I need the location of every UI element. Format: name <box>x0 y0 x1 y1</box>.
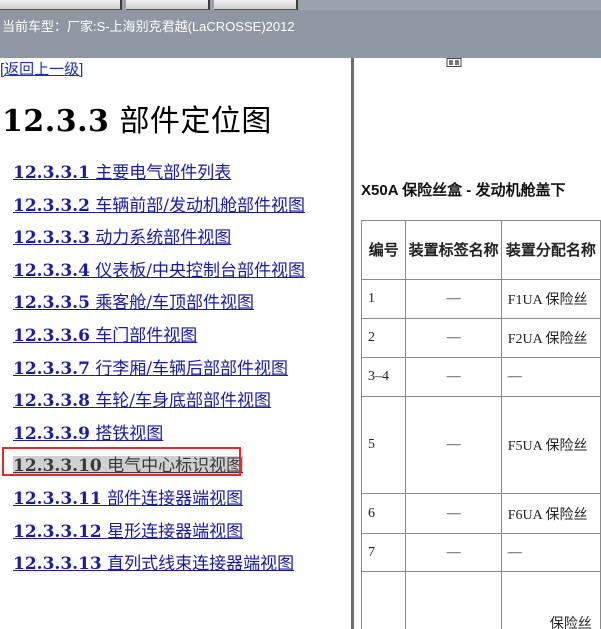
cell-label: — <box>405 318 502 358</box>
cell-assignment: F5UA 保险丝 <box>500 396 601 494</box>
toc-link-4[interactable]: 12.3.3.4 仪表板/中央控制台部件视图 <box>13 261 305 281</box>
table-header-row: 编号 装置标签名称 装置分配名称 <box>360 220 601 280</box>
table-row: 7 — — <box>360 533 601 572</box>
toolbar-button-1[interactable] <box>0 0 122 10</box>
toc-link-7[interactable]: 12.3.3.7 行李厢/车辆后部部件视图 <box>13 359 288 379</box>
cell-number: 6 <box>360 493 407 534</box>
header-label-name: 装置标签名称 <box>405 220 502 280</box>
toc-item: 12.3.3.1 主要电气部件列表 <box>13 158 305 191</box>
toc-item: 12.3.3.7 行李厢/车辆后部部件视图 <box>13 354 305 387</box>
toc-item: 12.3.3.6 车门部件视图 <box>13 321 305 354</box>
page-title-number: 12.3.3 <box>2 104 110 139</box>
cell-number: 3–4 <box>360 357 407 397</box>
toc-item: 12.3.3.11 部件连接器端视图 <box>13 484 305 517</box>
selection-highlight-box <box>2 447 241 476</box>
vehicle-value: 厂家:S-上海别克君越(LaCROSSE)2012 <box>67 19 295 34</box>
cell-assignment: F2UA 保险丝 <box>500 318 601 358</box>
cell-assignment: — <box>500 533 601 572</box>
cell-number <box>360 571 407 629</box>
toc-item: 12.3.3.2 车辆前部/发动机舱部件视图 <box>13 191 305 224</box>
table-row: 保险丝 <box>360 571 601 629</box>
fuse-table: 编号 装置标签名称 装置分配名称 1 — F1UA 保险丝 2 — F2UA 保… <box>360 220 601 629</box>
toc-item: 12.3.3.5 乘客舱/车顶部件视图 <box>13 288 305 321</box>
toc-link-6[interactable]: 12.3.3.6 车门部件视图 <box>13 326 197 346</box>
toc-link-9[interactable]: 12.3.3.9 搭铁视图 <box>13 424 163 444</box>
cell-label: — <box>405 493 502 534</box>
toc-item: 12.3.3.12 星形连接器端视图 <box>13 517 305 550</box>
table-row: 5 — F5UA 保险丝 <box>360 396 601 494</box>
vehicle-bar: 当前车型：厂家:S-上海别克君越(LaCROSSE)2012 <box>0 10 601 58</box>
toc-link-5[interactable]: 12.3.3.5 乘客舱/车顶部件视图 <box>13 293 254 313</box>
page-title: 12.3.3 部件定位图 <box>2 96 272 140</box>
cell-assignment: F1UA 保险丝 <box>500 279 601 319</box>
cell-label: — <box>405 357 502 397</box>
toc-link-1[interactable]: 12.3.3.1 主要电气部件列表 <box>13 163 231 183</box>
image-placeholder-icon <box>446 58 462 67</box>
toc-item: 12.3.3.8 车轮/车身底部部件视图 <box>13 386 305 419</box>
cell-label: — <box>405 279 502 319</box>
cell-label <box>405 571 502 629</box>
toc-link-2[interactable]: 12.3.3.2 车辆前部/发动机舱部件视图 <box>13 196 305 216</box>
toc-item: 12.3.3.13 直列式线束连接器端视图 <box>13 549 305 582</box>
toc-list: 12.3.3.1 主要电气部件列表 12.3.3.2 车辆前部/发动机舱部件视图… <box>13 158 305 582</box>
vehicle-label: 当前车型： <box>2 19 68 34</box>
page-title-text: 部件定位图 <box>119 104 272 139</box>
table-row: 2 — F2UA 保险丝 <box>360 318 601 358</box>
back-link[interactable]: [返回上一级] <box>0 58 83 79</box>
vehicle-info: 当前车型：厂家:S-上海别克君越(LaCROSSE)2012 <box>2 16 295 35</box>
cell-assignment: F6UA 保险丝 <box>500 493 601 534</box>
header-assignment-name: 装置分配名称 <box>500 220 601 280</box>
toc-item: 12.3.3.4 仪表板/中央控制台部件视图 <box>13 256 305 289</box>
cell-number: 7 <box>360 533 407 572</box>
cell-number: 2 <box>360 318 407 358</box>
toc-link-12[interactable]: 12.3.3.12 星形连接器端视图 <box>13 522 243 542</box>
table-row: 6 — F6UA 保险丝 <box>360 493 601 534</box>
table-row: 1 — F1UA 保险丝 <box>360 279 601 319</box>
toolbar-button-2[interactable] <box>126 0 210 10</box>
right-pane: X50A 保险丝盒 - 发动机舱盖下 编号 装置标签名称 装置分配名称 1 — … <box>354 58 601 629</box>
cell-label: — <box>405 396 502 494</box>
cell-label: — <box>405 533 502 572</box>
cell-number: 5 <box>360 396 407 494</box>
left-pane: [返回上一级] 12.3.3 部件定位图 12.3.3.1 主要电气部件列表 1… <box>0 58 351 629</box>
cell-number: 1 <box>360 279 407 319</box>
toolbar <box>0 0 601 10</box>
fuse-box-title: X50A 保险丝盒 - 发动机舱盖下 <box>361 182 566 199</box>
cell-assignment: — <box>500 357 601 397</box>
cell-assignment: 保险丝 <box>500 571 601 629</box>
header-number: 编号 <box>360 220 407 280</box>
toolbar-button-3[interactable] <box>214 0 298 10</box>
toc-link-13[interactable]: 12.3.3.13 直列式线束连接器端视图 <box>13 554 294 574</box>
toc-link-3[interactable]: 12.3.3.3 动力系统部件视图 <box>13 228 231 248</box>
toc-link-8[interactable]: 12.3.3.8 车轮/车身底部部件视图 <box>13 391 271 411</box>
toc-item: 12.3.3.3 动力系统部件视图 <box>13 223 305 256</box>
toc-link-11[interactable]: 12.3.3.11 部件连接器端视图 <box>13 489 243 509</box>
table-row: 3–4 — — <box>360 357 601 397</box>
